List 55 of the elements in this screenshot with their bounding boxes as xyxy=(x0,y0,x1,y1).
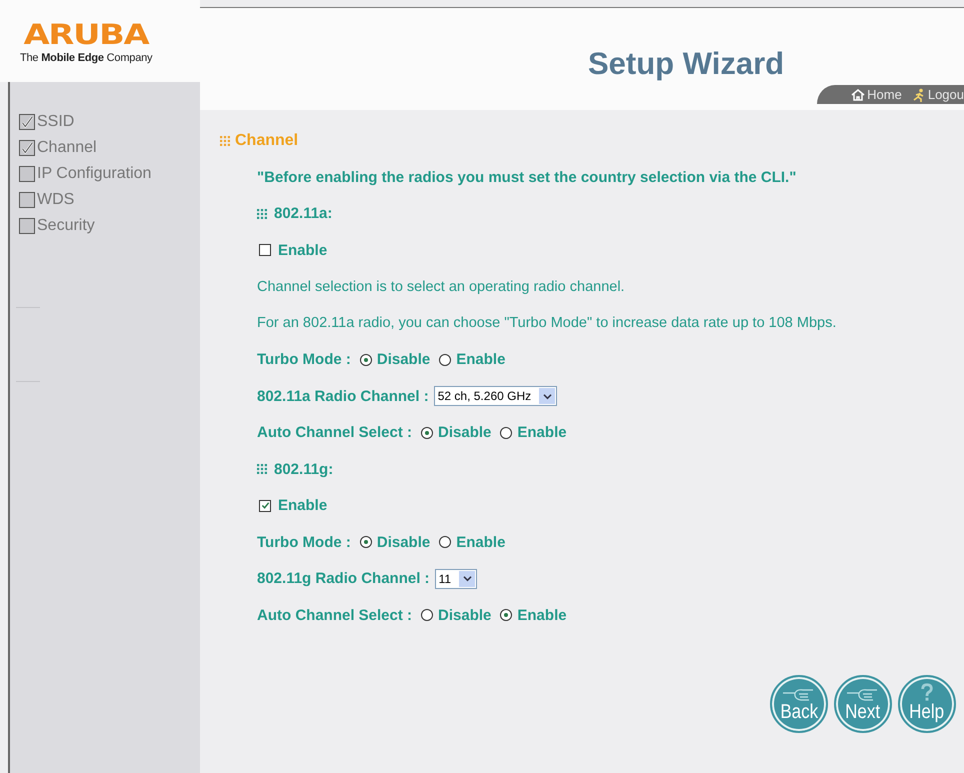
step-label[interactable]: IP Configuration xyxy=(37,165,152,183)
radio-label: Disable xyxy=(376,534,430,551)
logo-tagline: The Mobile Edge Company xyxy=(20,52,152,64)
radio-button[interactable] xyxy=(439,536,452,548)
step-label[interactable]: SSID xyxy=(37,113,74,131)
running-figure-icon xyxy=(912,88,926,102)
setting-label: Auto Channel Select : xyxy=(257,606,412,624)
enable-checkbox[interactable] xyxy=(259,500,271,512)
step-label[interactable]: WDS xyxy=(37,191,74,209)
wizard-button[interactable]: Back xyxy=(770,675,828,733)
radio-button[interactable] xyxy=(421,609,434,622)
band-label: 802.11a: xyxy=(274,205,332,222)
wizard-button[interactable]: Next xyxy=(834,675,892,733)
radio-label: Enable xyxy=(517,424,567,442)
setting-label: Turbo Mode : xyxy=(257,351,351,368)
chevron-down-icon xyxy=(542,392,552,400)
radio-button[interactable] xyxy=(360,536,372,548)
band-label: 802.11g: xyxy=(274,460,334,478)
setting-label: Turbo Mode : xyxy=(257,534,351,551)
setting-label: 802.11a Radio Channel : xyxy=(257,388,429,405)
radio-button[interactable] xyxy=(439,354,452,366)
setting-label: Auto Channel Select : xyxy=(257,424,412,442)
notice-text: "Before enabling the radios you must set the country selection via the CLI." xyxy=(257,168,798,188)
nav-link[interactable]: Home xyxy=(851,87,902,102)
chevron-down-icon xyxy=(462,575,472,582)
radio-button[interactable] xyxy=(500,609,512,622)
checkbox-label: Enable xyxy=(278,242,328,259)
radio-label: Disable xyxy=(438,606,492,624)
section-heading: Channel xyxy=(235,132,298,150)
step-label[interactable]: Channel xyxy=(37,139,97,157)
checkbox-label: Enable xyxy=(278,497,328,514)
question-mark-icon xyxy=(920,683,934,702)
help-text: For an 802.11a radio, you can choose "Turbo Mode" to increase data rate up to 108 Mbps. xyxy=(257,314,838,334)
radio-label: Enable xyxy=(456,351,506,368)
help-text: Channel selection is to select an operating radio channel. xyxy=(257,278,626,297)
radio-button[interactable] xyxy=(360,354,372,366)
logo-wordmark: ARUBA xyxy=(22,20,148,50)
wizard-button[interactable]: Help xyxy=(898,675,956,733)
page-title: Setup Wizard xyxy=(588,46,784,82)
radio-label: Disable xyxy=(438,424,492,442)
radio-label: Disable xyxy=(376,351,430,368)
step-label[interactable]: Security xyxy=(37,217,95,235)
radio-label: Enable xyxy=(456,534,506,551)
house-icon xyxy=(851,88,866,100)
channel-dropdown[interactable]: 11 xyxy=(434,568,478,589)
setting-label: 802.11g Radio Channel : xyxy=(257,570,430,588)
grid-dots-icon xyxy=(257,464,267,474)
radio-button[interactable] xyxy=(500,426,512,439)
grid-dots-icon xyxy=(220,136,230,146)
channel-dropdown[interactable]: 52 ch, 5.260 GHz xyxy=(434,386,558,406)
grid-dots-icon xyxy=(257,208,267,219)
radio-label: Enable xyxy=(517,606,567,624)
enable-checkbox[interactable] xyxy=(259,244,271,256)
nav-link[interactable]: Logou xyxy=(912,87,964,102)
radio-button[interactable] xyxy=(421,426,434,439)
